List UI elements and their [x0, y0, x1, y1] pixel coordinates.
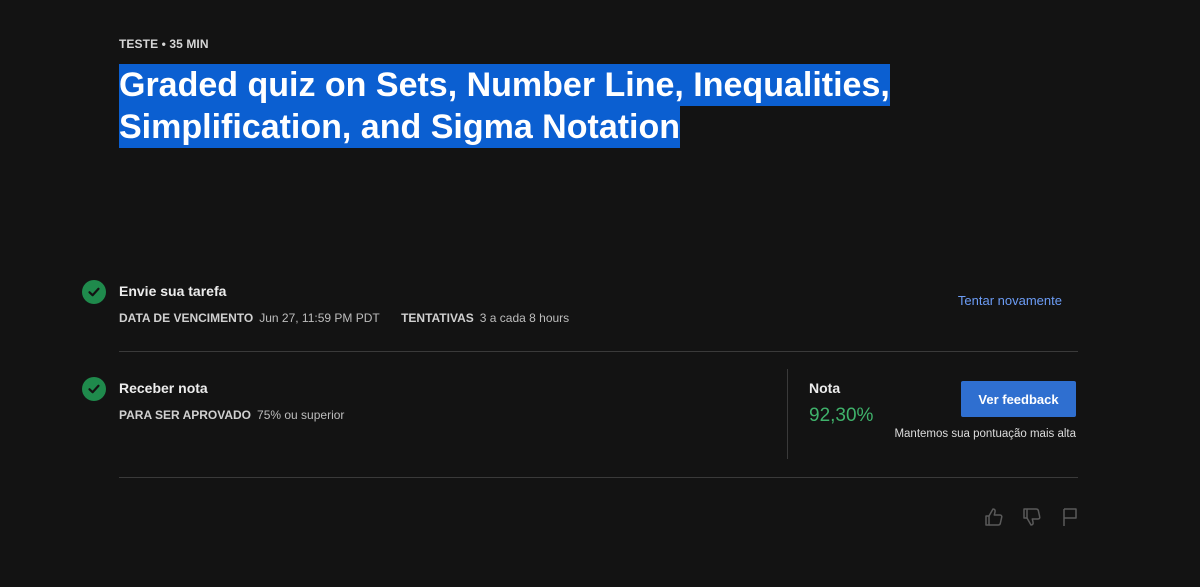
grade-value: 92,30% — [809, 405, 874, 426]
page-title-line-2: Simplification, and Sigma Notation — [119, 106, 681, 148]
grade-step: Receber nota PARA SER APROVADO 75% ou sup… — [82, 377, 1078, 427]
attempts-label: TENTATIVAS — [401, 311, 474, 325]
highest-score-note: Mantemos sua pontuação mais alta — [894, 428, 1076, 440]
pass-label: PARA SER APROVADO — [119, 408, 252, 422]
attempts-value: 3 a cada 8 hours — [479, 311, 570, 325]
thumbs-down-icon[interactable] — [1021, 506, 1043, 528]
page-title-line-1: Graded quiz on Sets, Number Line, Inequa… — [119, 64, 890, 106]
submit-step-title: Envie sua tarefa — [119, 283, 227, 299]
check-circle-icon — [82, 377, 106, 401]
submit-step-details: DATA DE VENCIMENTO Jun 27, 11:59 PM PDT T… — [119, 311, 587, 325]
check-circle-icon — [82, 280, 106, 304]
assignment-meta: TESTE • 35 MIN — [119, 37, 209, 51]
quiz-page: TESTE • 35 MIN Graded quiz on Sets, Numb… — [0, 0, 1200, 587]
submit-step: Envie sua tarefa DATA DE VENCIMENTO Jun 2… — [82, 280, 1078, 330]
grade-step-title: Receber nota — [119, 380, 208, 396]
feedback-actions — [983, 506, 1081, 528]
divider — [119, 351, 1078, 352]
grade-separator — [787, 369, 788, 459]
grade-step-details: PARA SER APROVADO 75% ou superior — [119, 408, 362, 422]
due-date-label: DATA DE VENCIMENTO — [119, 311, 254, 325]
grade-label: Nota — [809, 380, 841, 396]
thumbs-up-icon[interactable] — [983, 506, 1005, 528]
view-feedback-button[interactable]: Ver feedback — [961, 381, 1076, 417]
due-date-value: Jun 27, 11:59 PM PDT — [259, 311, 380, 325]
pass-value: 75% ou superior — [257, 408, 345, 422]
divider — [119, 477, 1078, 478]
flag-icon[interactable] — [1059, 506, 1081, 528]
retry-link[interactable]: Tentar novamente — [958, 293, 1062, 308]
page-title: Graded quiz on Sets, Number Line, Inequa… — [119, 64, 890, 148]
